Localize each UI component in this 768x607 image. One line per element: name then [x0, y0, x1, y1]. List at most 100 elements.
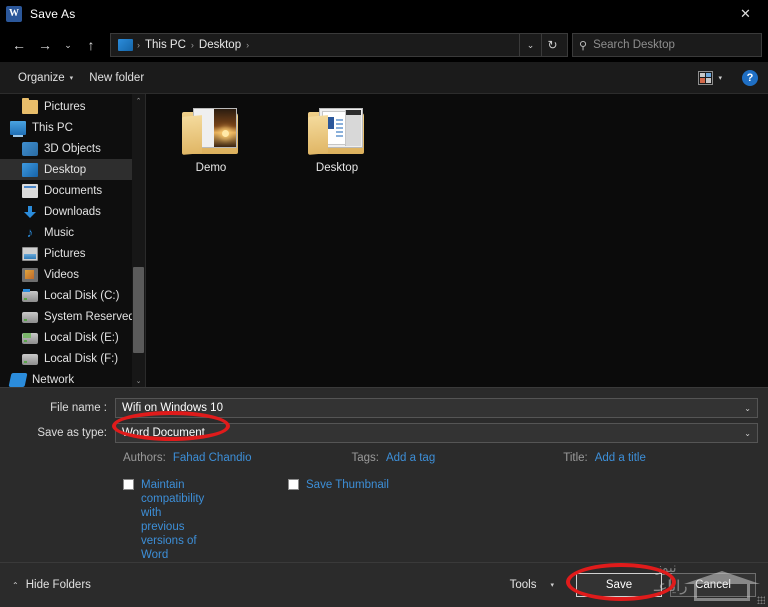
sidebar-item-network[interactable]: Network [0, 369, 145, 387]
download-icon [22, 205, 38, 219]
sidebar-item-pictures-quick[interactable]: Pictures [0, 96, 145, 117]
checkbox-icon[interactable] [123, 479, 134, 490]
sidebar-item-music[interactable]: ♪ Music [0, 222, 145, 243]
chevron-down-icon: ▾ [69, 74, 74, 82]
metadata-row: Authors: Fahad Chandio Tags: Add a tag T… [10, 452, 758, 464]
sidebar-item-label: Music [44, 226, 75, 239]
filename-row: File name : Wifi on Windows 10 ⌄ [10, 398, 758, 418]
sidebar-item-pictures[interactable]: Pictures [0, 243, 145, 264]
scrollbar-track[interactable] [132, 107, 145, 374]
hide-folders-button[interactable]: ⌃ Hide Folders [12, 579, 91, 591]
breadcrumb-separator-trailing[interactable]: › [245, 40, 250, 50]
drive-icon [22, 289, 38, 302]
options-row: Maintain compatibility with previous ver… [10, 478, 758, 562]
forward-button[interactable]: → [32, 32, 58, 58]
new-folder-button[interactable]: New folder [81, 66, 152, 90]
view-layout-icon [698, 70, 714, 85]
window-thumbnail [345, 110, 361, 146]
sidebar-item-label: Videos [44, 268, 79, 281]
sidebar-item-local-disk-f[interactable]: Local Disk (F:) [0, 348, 145, 369]
scrollbar-thumb[interactable] [133, 267, 144, 353]
save-thumbnail-label: Save Thumbnail [306, 479, 389, 491]
sidebar-item-label: Pictures [44, 100, 86, 113]
desktop-icon [22, 162, 38, 177]
sidebar-item-desktop[interactable]: Desktop [0, 159, 145, 180]
refresh-icon[interactable]: ↻ [541, 34, 563, 56]
scroll-up-icon[interactable]: ⌃ [132, 94, 145, 107]
maintain-compatibility-label: Maintain compatibility with previous ver… [141, 479, 205, 561]
sidebar-scrollbar[interactable]: ⌃ ⌄ [132, 94, 145, 387]
save-button[interactable]: Save [576, 573, 662, 597]
tools-button[interactable]: Tools ▾ [510, 579, 568, 591]
title-label: Title: [563, 452, 588, 464]
breadcrumb-this-pc[interactable]: This PC [141, 39, 190, 51]
sidebar-item-label: Desktop [44, 163, 87, 176]
back-button[interactable]: ← [6, 32, 32, 58]
file-list-pane[interactable]: Demo Desktop [145, 94, 768, 387]
sidebar-item-label: Network [32, 373, 75, 386]
filetype-field[interactable]: Word Document ⌄ [115, 423, 758, 443]
chevron-down-icon[interactable]: ⌄ [738, 429, 751, 438]
sidebar-item-label: Local Disk (E:) [44, 331, 119, 344]
scroll-down-icon[interactable]: ⌄ [132, 374, 145, 387]
tags-label: Tags: [351, 452, 379, 464]
dialog-footer: ⌃ Hide Folders Tools ▾ Save Cancel [0, 562, 768, 607]
tools-label: Tools [509, 579, 537, 591]
filetype-label: Save as type: [37, 427, 107, 439]
sidebar-item-3d-objects[interactable]: 3D Objects [0, 138, 145, 159]
sidebar-item-label: Pictures [44, 247, 86, 260]
command-toolbar: Organize ▾ New folder ▾ ? [0, 62, 768, 94]
close-icon[interactable]: ✕ [723, 0, 768, 28]
sidebar-item-label: Downloads [44, 205, 101, 218]
drive-icon [22, 354, 38, 365]
sidebar-item-local-disk-c[interactable]: Local Disk (C:) [0, 285, 145, 306]
recent-locations-chevron-down-icon[interactable]: ⌄ [58, 32, 78, 58]
search-icon: ⚲ [579, 39, 588, 52]
maintain-compatibility-option[interactable]: Maintain compatibility with previous ver… [123, 478, 205, 562]
filetype-value[interactable]: Word Document [122, 427, 738, 439]
organize-button[interactable]: Organize ▾ [10, 66, 81, 90]
address-bar[interactable]: › This PC › Desktop › ⌄ ↻ [110, 33, 568, 57]
breadcrumb-desktop[interactable]: Desktop [195, 39, 245, 51]
change-view-button[interactable]: ▾ [690, 66, 730, 90]
save-thumbnail-option[interactable]: Save Thumbnail [288, 478, 389, 562]
sidebar-item-system-reserved[interactable]: System Reserved [0, 306, 145, 327]
resize-grip[interactable] [757, 596, 765, 604]
checkbox-icon[interactable] [288, 479, 299, 490]
tags-value[interactable]: Add a tag [386, 452, 435, 464]
chevron-down-icon[interactable]: ⌄ [738, 404, 751, 413]
dialog-body: Pictures This PC 3D Objects Desktop Docu… [0, 94, 768, 387]
save-as-dialog: W Save As ✕ ← → ⌄ ↑ › This PC › Desktop … [0, 0, 768, 607]
pictures-icon [22, 246, 38, 261]
search-input[interactable]: Search Desktop [593, 39, 675, 51]
help-icon[interactable]: ? [742, 69, 758, 86]
authors-value[interactable]: Fahad Chandio [173, 452, 252, 464]
sidebar-item-this-pc[interactable]: This PC [0, 117, 145, 138]
save-form: File name : Wifi on Windows 10 ⌄ Save as… [0, 387, 768, 562]
authors-label: Authors: [123, 452, 166, 464]
folder-icon [308, 108, 366, 156]
search-box[interactable]: ⚲ Search Desktop [572, 33, 762, 57]
sidebar-item-documents[interactable]: Documents [0, 180, 145, 201]
sidebar-item-downloads[interactable]: Downloads [0, 201, 145, 222]
list-item[interactable]: Demo [168, 108, 254, 174]
sidebar-item-videos[interactable]: Videos [0, 264, 145, 285]
filetype-row: Save as type: Word Document ⌄ [10, 423, 758, 443]
chevron-up-icon: ⌃ [12, 580, 19, 590]
address-history-chevron-down-icon[interactable]: ⌄ [519, 34, 541, 56]
documents-icon [22, 183, 38, 198]
up-button[interactable]: ↑ [78, 32, 104, 58]
navigation-bar: ← → ⌄ ↑ › This PC › Desktop › ⌄ ↻ ⚲ Sear… [0, 28, 768, 62]
title-value[interactable]: Add a title [595, 452, 646, 464]
sidebar-item-local-disk-e[interactable]: Local Disk (E:) [0, 327, 145, 348]
cancel-button[interactable]: Cancel [670, 573, 756, 597]
list-item[interactable]: Desktop [294, 108, 380, 174]
drive-icon [22, 312, 38, 323]
filename-label: File name : [50, 402, 107, 414]
filename-input[interactable]: Wifi on Windows 10 [122, 402, 738, 414]
folder-icon [22, 97, 38, 114]
sidebar-item-label: Local Disk (F:) [44, 352, 119, 365]
sidebar-item-label: This PC [32, 121, 73, 134]
sidebar-item-label: 3D Objects [44, 142, 101, 155]
filename-field[interactable]: Wifi on Windows 10 ⌄ [115, 398, 758, 418]
